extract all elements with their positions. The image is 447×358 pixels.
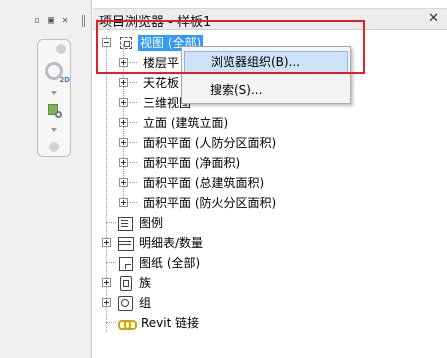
restore-icon[interactable]: ▫ (32, 16, 42, 26)
tree-item-label: 面积平面 (总建筑面积) (143, 175, 265, 190)
left-dock-strip: ▫ ▣ ✕ 2D (0, 0, 92, 358)
dock-grip-handle[interactable] (76, 14, 90, 28)
tree-item-sheets[interactable]: 图纸 (全部) (106, 253, 202, 272)
left-window-buttons: ▫ ▣ ✕ (32, 16, 70, 26)
tree-item-label: 族 (139, 275, 152, 290)
expand-icon[interactable] (102, 278, 111, 287)
zoom-region-icon[interactable] (48, 104, 64, 120)
navigation-bar-close-icon[interactable] (56, 44, 66, 54)
sheet-icon (117, 255, 133, 271)
expand-icon[interactable] (119, 198, 128, 207)
tree-item-label: 明细表/数量 (139, 235, 204, 250)
tree-item-elevations[interactable]: 立面 (建筑立面) (119, 113, 230, 132)
expand-icon[interactable] (102, 238, 111, 247)
steering-wheel-dropdown-icon[interactable] (51, 91, 57, 95)
menu-item-search[interactable]: 搜索(S)... (184, 79, 348, 101)
tree-item-label: 立面 (建筑立面) (143, 115, 229, 130)
maximize-icon[interactable]: ▣ (46, 16, 56, 26)
expand-icon[interactable] (119, 118, 128, 127)
tree-item-legends[interactable]: 图例 (106, 213, 165, 232)
tree-item-groups[interactable]: 组 (102, 293, 153, 312)
close-icon[interactable]: ✕ (428, 11, 439, 26)
tree-item-area-plan-civil-defense[interactable]: 面积平面 (人防分区面积) (119, 133, 278, 152)
expand-icon[interactable] (119, 178, 128, 187)
tree-item-label: 天花板 (143, 75, 180, 90)
tree-item-label: 图纸 (全部) (139, 255, 201, 270)
tree-item-label: 面积平面 (净面积) (143, 155, 241, 170)
tree-item-area-plan-fire[interactable]: 面积平面 (防火分区面积) (119, 193, 278, 212)
tree-item-label: 面积平面 (人防分区面积) (143, 135, 277, 150)
tree-item-area-plan-net[interactable]: 面积平面 (净面积) (119, 153, 242, 172)
expand-icon[interactable] (119, 78, 128, 87)
tree-item-schedules[interactable]: 明细表/数量 (102, 233, 205, 252)
navigation-bar-options-icon[interactable] (49, 142, 59, 152)
zoom-dropdown-icon[interactable] (51, 128, 57, 132)
tree-item-revit-links[interactable]: Revit 链接 (106, 313, 201, 332)
schedule-icon (117, 235, 134, 251)
annotation-highlight-box (96, 20, 365, 74)
tree-item-label: 面积平面 (防火分区面积) (143, 195, 277, 210)
steering-wheel-icon[interactable]: 2D (43, 60, 70, 84)
expand-icon[interactable] (119, 158, 128, 167)
tree-item-label: 组 (139, 295, 152, 310)
expand-icon[interactable] (119, 138, 128, 147)
tree-item-families[interactable]: 族 (102, 273, 153, 292)
steering-wheel-2d-tag: 2D (59, 76, 70, 84)
group-icon (117, 295, 133, 311)
expand-icon[interactable] (119, 98, 128, 107)
tree-item-ceiling-plans[interactable]: 天花板 (119, 73, 181, 92)
link-icon (117, 315, 137, 331)
expand-icon[interactable] (102, 298, 111, 307)
navigation-bar: 2D (37, 39, 71, 157)
family-icon (117, 275, 133, 291)
tree-item-area-plan-gross[interactable]: 面积平面 (总建筑面积) (119, 173, 266, 192)
tree-item-label: Revit 链接 (141, 315, 200, 330)
close-icon[interactable]: ✕ (60, 16, 70, 26)
tree-item-label: 图例 (139, 215, 164, 230)
legend-icon (117, 215, 133, 231)
